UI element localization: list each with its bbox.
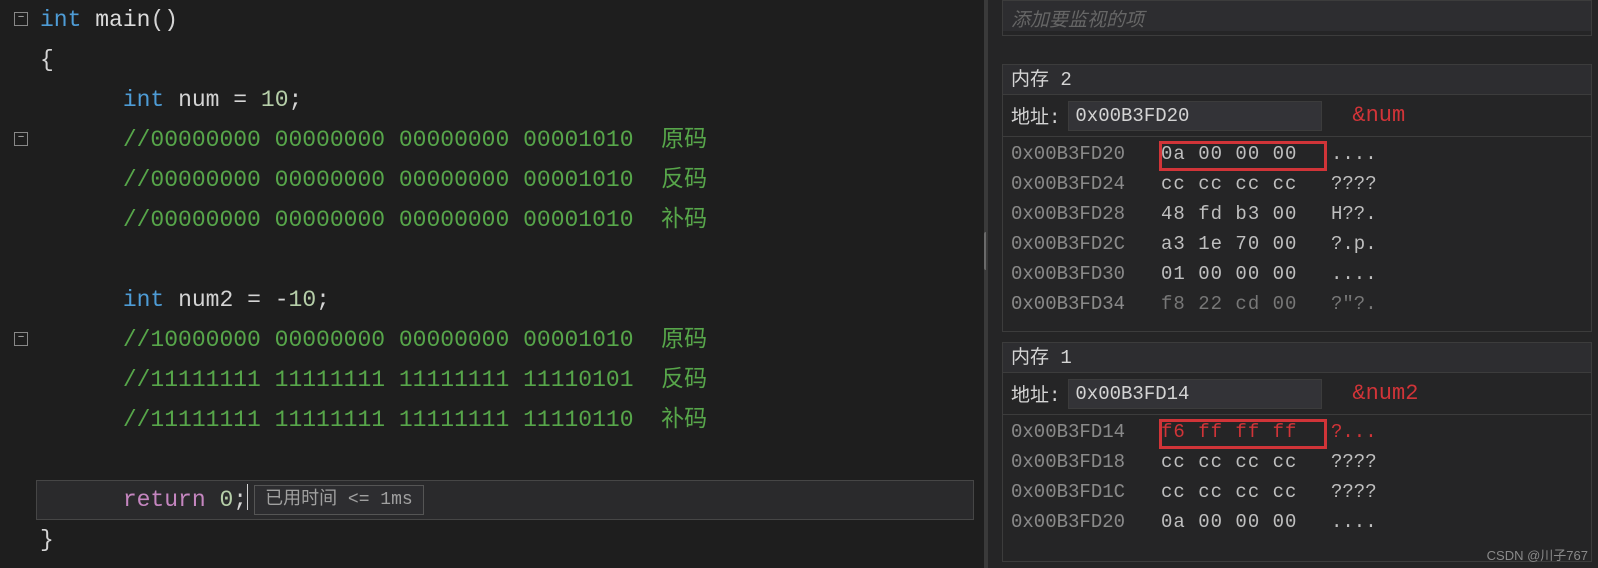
memory-row-addr: 0x00B3FD24 [1011, 169, 1161, 199]
code-line[interactable]: { [36, 40, 984, 80]
code-line[interactable]: return 0;已用时间 <= 1ms [36, 480, 984, 520]
memory-row-ascii: ?... [1331, 417, 1411, 447]
code-line[interactable]: //00000000 00000000 00000000 00001010 原码 [36, 120, 984, 160]
memory-row-bytes: cc cc cc cc [1161, 477, 1331, 507]
fold-toggle[interactable] [14, 132, 28, 146]
annotation-num2: &num2 [1352, 381, 1418, 406]
perf-hint: 已用时间 <= 1ms [254, 485, 424, 515]
memory-row[interactable]: 0x00B3FD24cc cc cc cc???? [1011, 169, 1583, 199]
memory-panel-title: 内存 1 [1003, 343, 1591, 373]
memory-row-bytes: f8 22 cd 00 [1161, 289, 1331, 319]
memory-row-addr: 0x00B3FD14 [1011, 417, 1161, 447]
code-line[interactable]: int num2 = -10; [36, 280, 984, 320]
memory-row-ascii: .... [1331, 259, 1411, 289]
memory-row-bytes: cc cc cc cc [1161, 447, 1331, 477]
memory-address-row: 地址: &num [1003, 95, 1591, 137]
memory-row[interactable]: 0x00B3FD200a 00 00 00.... [1011, 507, 1583, 537]
memory-row-bytes: f6 ff ff ff [1161, 417, 1331, 447]
code-line[interactable]: //11111111 11111111 11111111 11110101 反码 [36, 360, 984, 400]
memory-row-ascii: ?.p. [1331, 229, 1411, 259]
memory-row[interactable]: 0x00B3FD18cc cc cc cc???? [1011, 447, 1583, 477]
code-editor[interactable]: int main(){ int num = 10; //00000000 000… [0, 0, 986, 568]
memory-row-ascii: ???? [1331, 447, 1411, 477]
memory-panel-2: 内存 2 地址: &num 0x00B3FD200a 00 00 00....0… [1002, 64, 1592, 332]
memory-row[interactable]: 0x00B3FD2Ca3 1e 70 00?.p. [1011, 229, 1583, 259]
memory-row-ascii: .... [1331, 507, 1411, 537]
memory-row-bytes: cc cc cc cc [1161, 169, 1331, 199]
code-line[interactable]: int main() [36, 0, 984, 40]
memory-row-bytes: 0a 00 00 00 [1161, 139, 1331, 169]
code-line[interactable]: //00000000 00000000 00000000 00001010 补码 [36, 200, 984, 240]
memory-row-ascii: H??. [1331, 199, 1411, 229]
memory-row[interactable]: 0x00B3FD1Ccc cc cc cc???? [1011, 477, 1583, 507]
annotation-num: &num [1352, 103, 1405, 128]
watch-panel-cut: 添加要监视的项 [1002, 0, 1592, 36]
code-line[interactable]: //00000000 00000000 00000000 00001010 反码 [36, 160, 984, 200]
memory-row-addr: 0x00B3FD34 [1011, 289, 1161, 319]
fold-toggle[interactable] [14, 332, 28, 346]
memory-address-row: 地址: &num2 [1003, 373, 1591, 415]
memory-row[interactable]: 0x00B3FD200a 00 00 00.... [1011, 139, 1583, 169]
memory-row[interactable]: 0x00B3FD14f6 ff ff ff?... [1011, 417, 1583, 447]
memory-panel-1: 内存 1 地址: &num2 0x00B3FD14f6 ff ff ff?...… [1002, 342, 1592, 562]
code-line[interactable]: //10000000 00000000 00000000 00001010 原码 [36, 320, 984, 360]
code-line[interactable]: } [36, 520, 984, 560]
editor-gutter [0, 0, 36, 568]
memory-row-bytes: 48 fd b3 00 [1161, 199, 1331, 229]
memory-row-addr: 0x00B3FD18 [1011, 447, 1161, 477]
memory-panel-title: 内存 2 [1003, 65, 1591, 95]
memory-row-bytes: 0a 00 00 00 [1161, 507, 1331, 537]
code-line[interactable]: //11111111 11111111 11111111 11110110 补码 [36, 400, 984, 440]
memory-row-addr: 0x00B3FD20 [1011, 507, 1161, 537]
memory-row-ascii: ?"?. [1331, 289, 1411, 319]
memory-row-ascii: ???? [1331, 477, 1411, 507]
memory-address-input[interactable] [1068, 379, 1322, 409]
memory-row[interactable]: 0x00B3FD3001 00 00 00.... [1011, 259, 1583, 289]
memory-row-addr: 0x00B3FD20 [1011, 139, 1161, 169]
memory-row-addr: 0x00B3FD30 [1011, 259, 1161, 289]
fold-toggle[interactable] [14, 12, 28, 26]
code-line[interactable] [36, 440, 984, 480]
code-line[interactable] [36, 240, 984, 280]
memory-row[interactable]: 0x00B3FD2848 fd b3 00H??. [1011, 199, 1583, 229]
address-label: 地址: [1011, 102, 1060, 129]
debug-panels: 添加要监视的项 内存 2 地址: &num 0x00B3FD200a 00 00… [986, 0, 1598, 568]
watermark: CSDN @川子767 [1487, 545, 1588, 564]
memory-row-addr: 0x00B3FD2C [1011, 229, 1161, 259]
memory-row-addr: 0x00B3FD28 [1011, 199, 1161, 229]
memory-row-ascii: ???? [1331, 169, 1411, 199]
memory-row-ascii: .... [1331, 139, 1411, 169]
memory-row-bytes: 01 00 00 00 [1161, 259, 1331, 289]
address-label: 地址: [1011, 380, 1060, 407]
code-line[interactable]: int num = 10; [36, 80, 984, 120]
memory-row[interactable]: 0x00B3FD34f8 22 cd 00?"?. [1011, 289, 1583, 319]
memory-row-addr: 0x00B3FD1C [1011, 477, 1161, 507]
memory-row-bytes: a3 1e 70 00 [1161, 229, 1331, 259]
watch-placeholder: 添加要监视的项 [1003, 1, 1591, 31]
memory-address-input[interactable] [1068, 101, 1322, 131]
